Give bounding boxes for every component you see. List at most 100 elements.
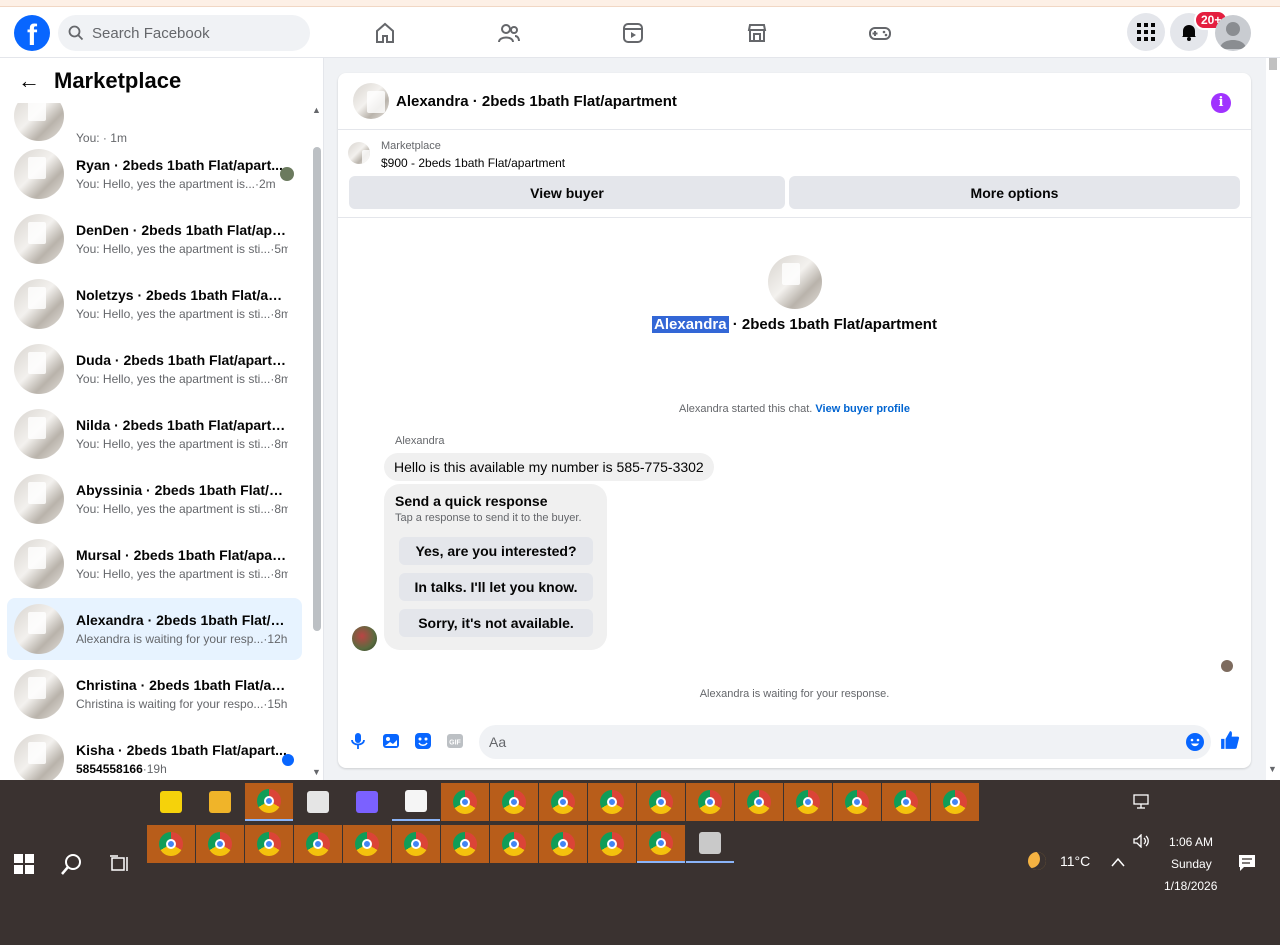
conversation-preview: You: Hello, yes the apartment is sti...·… <box>76 372 288 386</box>
photo-icon[interactable] <box>381 731 401 751</box>
conversation-item[interactable]: DenDen · 2beds 1bath Flat/apar... You: He… <box>7 208 302 270</box>
svg-text:GIF: GIF <box>449 740 461 747</box>
video-icon[interactable] <box>619 19 647 47</box>
chrome-taskbar-icon[interactable] <box>833 783 881 821</box>
photo-viewer-taskbar-icon[interactable] <box>686 825 734 863</box>
file-explorer-taskbar-icon[interactable] <box>196 783 244 821</box>
chrome-taskbar-icon[interactable] <box>735 783 783 821</box>
friends-icon[interactable] <box>495 19 523 47</box>
chrome-taskbar-icon[interactable] <box>588 783 636 821</box>
chrome-taskbar-icon[interactable] <box>686 783 734 821</box>
copilot-taskbar-icon[interactable] <box>343 783 391 821</box>
sender-avatar <box>352 626 377 651</box>
chrome-taskbar-icon[interactable] <box>196 825 244 863</box>
conversation-name: DenDen · 2beds 1bath Flat/apar... <box>76 222 288 238</box>
view-buyer-button[interactable]: View buyer <box>349 176 785 209</box>
conversation-item[interactable]: Nilda · 2beds 1bath Flat/apartm... You: H… <box>7 403 302 465</box>
profile-avatar[interactable] <box>1215 15 1251 51</box>
listing-mini-thumbnail <box>348 142 370 164</box>
conversation-item[interactable]: Mursal · 2beds 1bath Flat/apart... You: H… <box>7 533 302 595</box>
quick-response-yes-button[interactable]: Yes, are you interested? <box>399 537 593 565</box>
chat-started-notice: Alexandra started this chat. View buyer … <box>679 403 910 415</box>
info-icon[interactable]: i <box>1211 93 1231 113</box>
chrome-taskbar-icon[interactable] <box>539 825 587 863</box>
scroll-down-arrow-icon[interactable]: ▼ <box>312 767 321 777</box>
search-icon <box>68 25 84 41</box>
emoji-icon[interactable] <box>1186 733 1204 751</box>
chrome-icon <box>698 790 722 814</box>
sidebar-scroll-thumb[interactable] <box>313 147 321 631</box>
marketplace-icon[interactable] <box>743 19 771 47</box>
chrome-taskbar-icon[interactable] <box>637 783 685 821</box>
chrome-taskbar-icon[interactable] <box>147 825 195 863</box>
show-hidden-icons-chevron-icon[interactable] <box>1111 857 1125 867</box>
chrome-icon <box>649 790 673 814</box>
chrome-taskbar-icon[interactable] <box>539 783 587 821</box>
chrome-icon <box>502 832 526 856</box>
clock-time[interactable]: 1:06 AM <box>1169 835 1213 849</box>
weather-widget[interactable]: 11°C <box>1028 852 1090 870</box>
conversation-item[interactable]: Duda · 2beds 1bath Flat/apartm... You: He… <box>7 338 302 400</box>
document-taskbar-icon[interactable] <box>392 783 440 821</box>
chrome-taskbar-icon[interactable] <box>441 783 489 821</box>
microphone-icon[interactable] <box>348 731 368 751</box>
sticker-icon[interactable] <box>413 731 433 751</box>
chrome-taskbar-icon[interactable] <box>637 825 685 863</box>
chrome-taskbar-icon[interactable] <box>294 825 342 863</box>
conversation-item[interactable]: Ryan · 2beds 1bath Flat/apart... You: Hel… <box>7 143 302 205</box>
home-icon[interactable] <box>371 19 399 47</box>
scroll-up-arrow-icon[interactable]: ▲ <box>312 105 321 115</box>
taskbar-search-icon[interactable] <box>60 852 84 876</box>
view-buyer-profile-link[interactable]: View buyer profile <box>815 403 910 415</box>
search-placeholder: Search Facebook <box>92 24 210 42</box>
chrome-taskbar-icon[interactable] <box>931 783 979 821</box>
network-icon[interactable] <box>1133 794 1151 810</box>
quick-response-in-talks-button[interactable]: In talks. I'll let you know. <box>399 573 593 601</box>
chrome-taskbar-icon[interactable] <box>882 783 930 821</box>
page-scrollbar[interactable]: ▼ <box>1266 58 1280 780</box>
conversation-item[interactable]: Christina · 2beds 1bath Flat/apar... Chri… <box>7 663 302 725</box>
chrome-taskbar-icon[interactable] <box>245 825 293 863</box>
chrome-taskbar-icon[interactable] <box>490 783 538 821</box>
paint-taskbar-icon[interactable] <box>294 783 342 821</box>
listing-thumbnail <box>14 604 64 654</box>
chrome-taskbar-icon[interactable] <box>588 825 636 863</box>
chrome-taskbar-icon[interactable] <box>490 825 538 863</box>
gaming-icon[interactable] <box>866 19 894 47</box>
search-input[interactable]: Search Facebook <box>58 15 310 51</box>
windows-start-icon[interactable] <box>14 854 34 874</box>
message-input[interactable]: Aa <box>479 725 1211 759</box>
listing-price: $900 - 2beds 1bath Flat/apartment <box>381 156 566 170</box>
quick-response-not-available-button[interactable]: Sorry, it's not available. <box>399 609 593 637</box>
listing-summary[interactable]: Marketplace $900 - 2beds 1bath Flat/apar… <box>348 138 1248 174</box>
chrome-taskbar-icon[interactable] <box>343 825 391 863</box>
chrome-taskbar-icon[interactable] <box>392 825 440 863</box>
sticky-notes-taskbar-icon[interactable] <box>147 783 195 821</box>
chrome-icon <box>257 789 281 813</box>
conversation-item[interactable]: Abyssinia · 2beds 1bath Flat/apa... You: … <box>7 468 302 530</box>
message-input-placeholder: Aa <box>489 734 507 750</box>
clock-date: 1/18/2026 <box>1164 879 1218 893</box>
chat-header: Alexandra · 2beds 1bath Flat/apartment i <box>338 73 1251 130</box>
conversation-item[interactable]: Alexandra · 2beds 1bath Flat/ap... Alexan… <box>7 598 302 660</box>
page-scroll-down-icon[interactable]: ▼ <box>1268 764 1277 774</box>
chrome-taskbar-icon[interactable] <box>245 783 293 821</box>
sidebar-scrollbar[interactable]: ▲ ▼ <box>310 103 323 780</box>
volume-icon[interactable] <box>1133 834 1151 848</box>
page-scroll-thumb[interactable] <box>1269 58 1277 70</box>
chrome-taskbar-icon[interactable] <box>784 783 832 821</box>
task-view-icon[interactable] <box>110 854 130 874</box>
gif-icon[interactable]: GIF <box>445 731 465 751</box>
back-arrow-icon[interactable]: ← <box>18 68 40 94</box>
more-options-button[interactable]: More options <box>789 176 1240 209</box>
conversation-item[interactable]: Noletzys · 2beds 1bath Flat/apar... You: … <box>7 273 302 335</box>
conversation-item[interactable]: Kisha · 2beds 1bath Flat/apart... 5854558… <box>7 728 302 780</box>
message-composer: GIF Aa <box>338 723 1251 759</box>
browser-top-strip <box>0 0 1280 7</box>
chrome-taskbar-icon[interactable] <box>441 825 489 863</box>
notification-center-icon[interactable] <box>1238 854 1256 872</box>
facebook-logo[interactable]: f <box>14 15 50 51</box>
menu-grid-icon[interactable] <box>1127 13 1165 51</box>
thumbs-up-icon[interactable] <box>1220 730 1240 750</box>
listing-thumbnail <box>14 279 64 329</box>
